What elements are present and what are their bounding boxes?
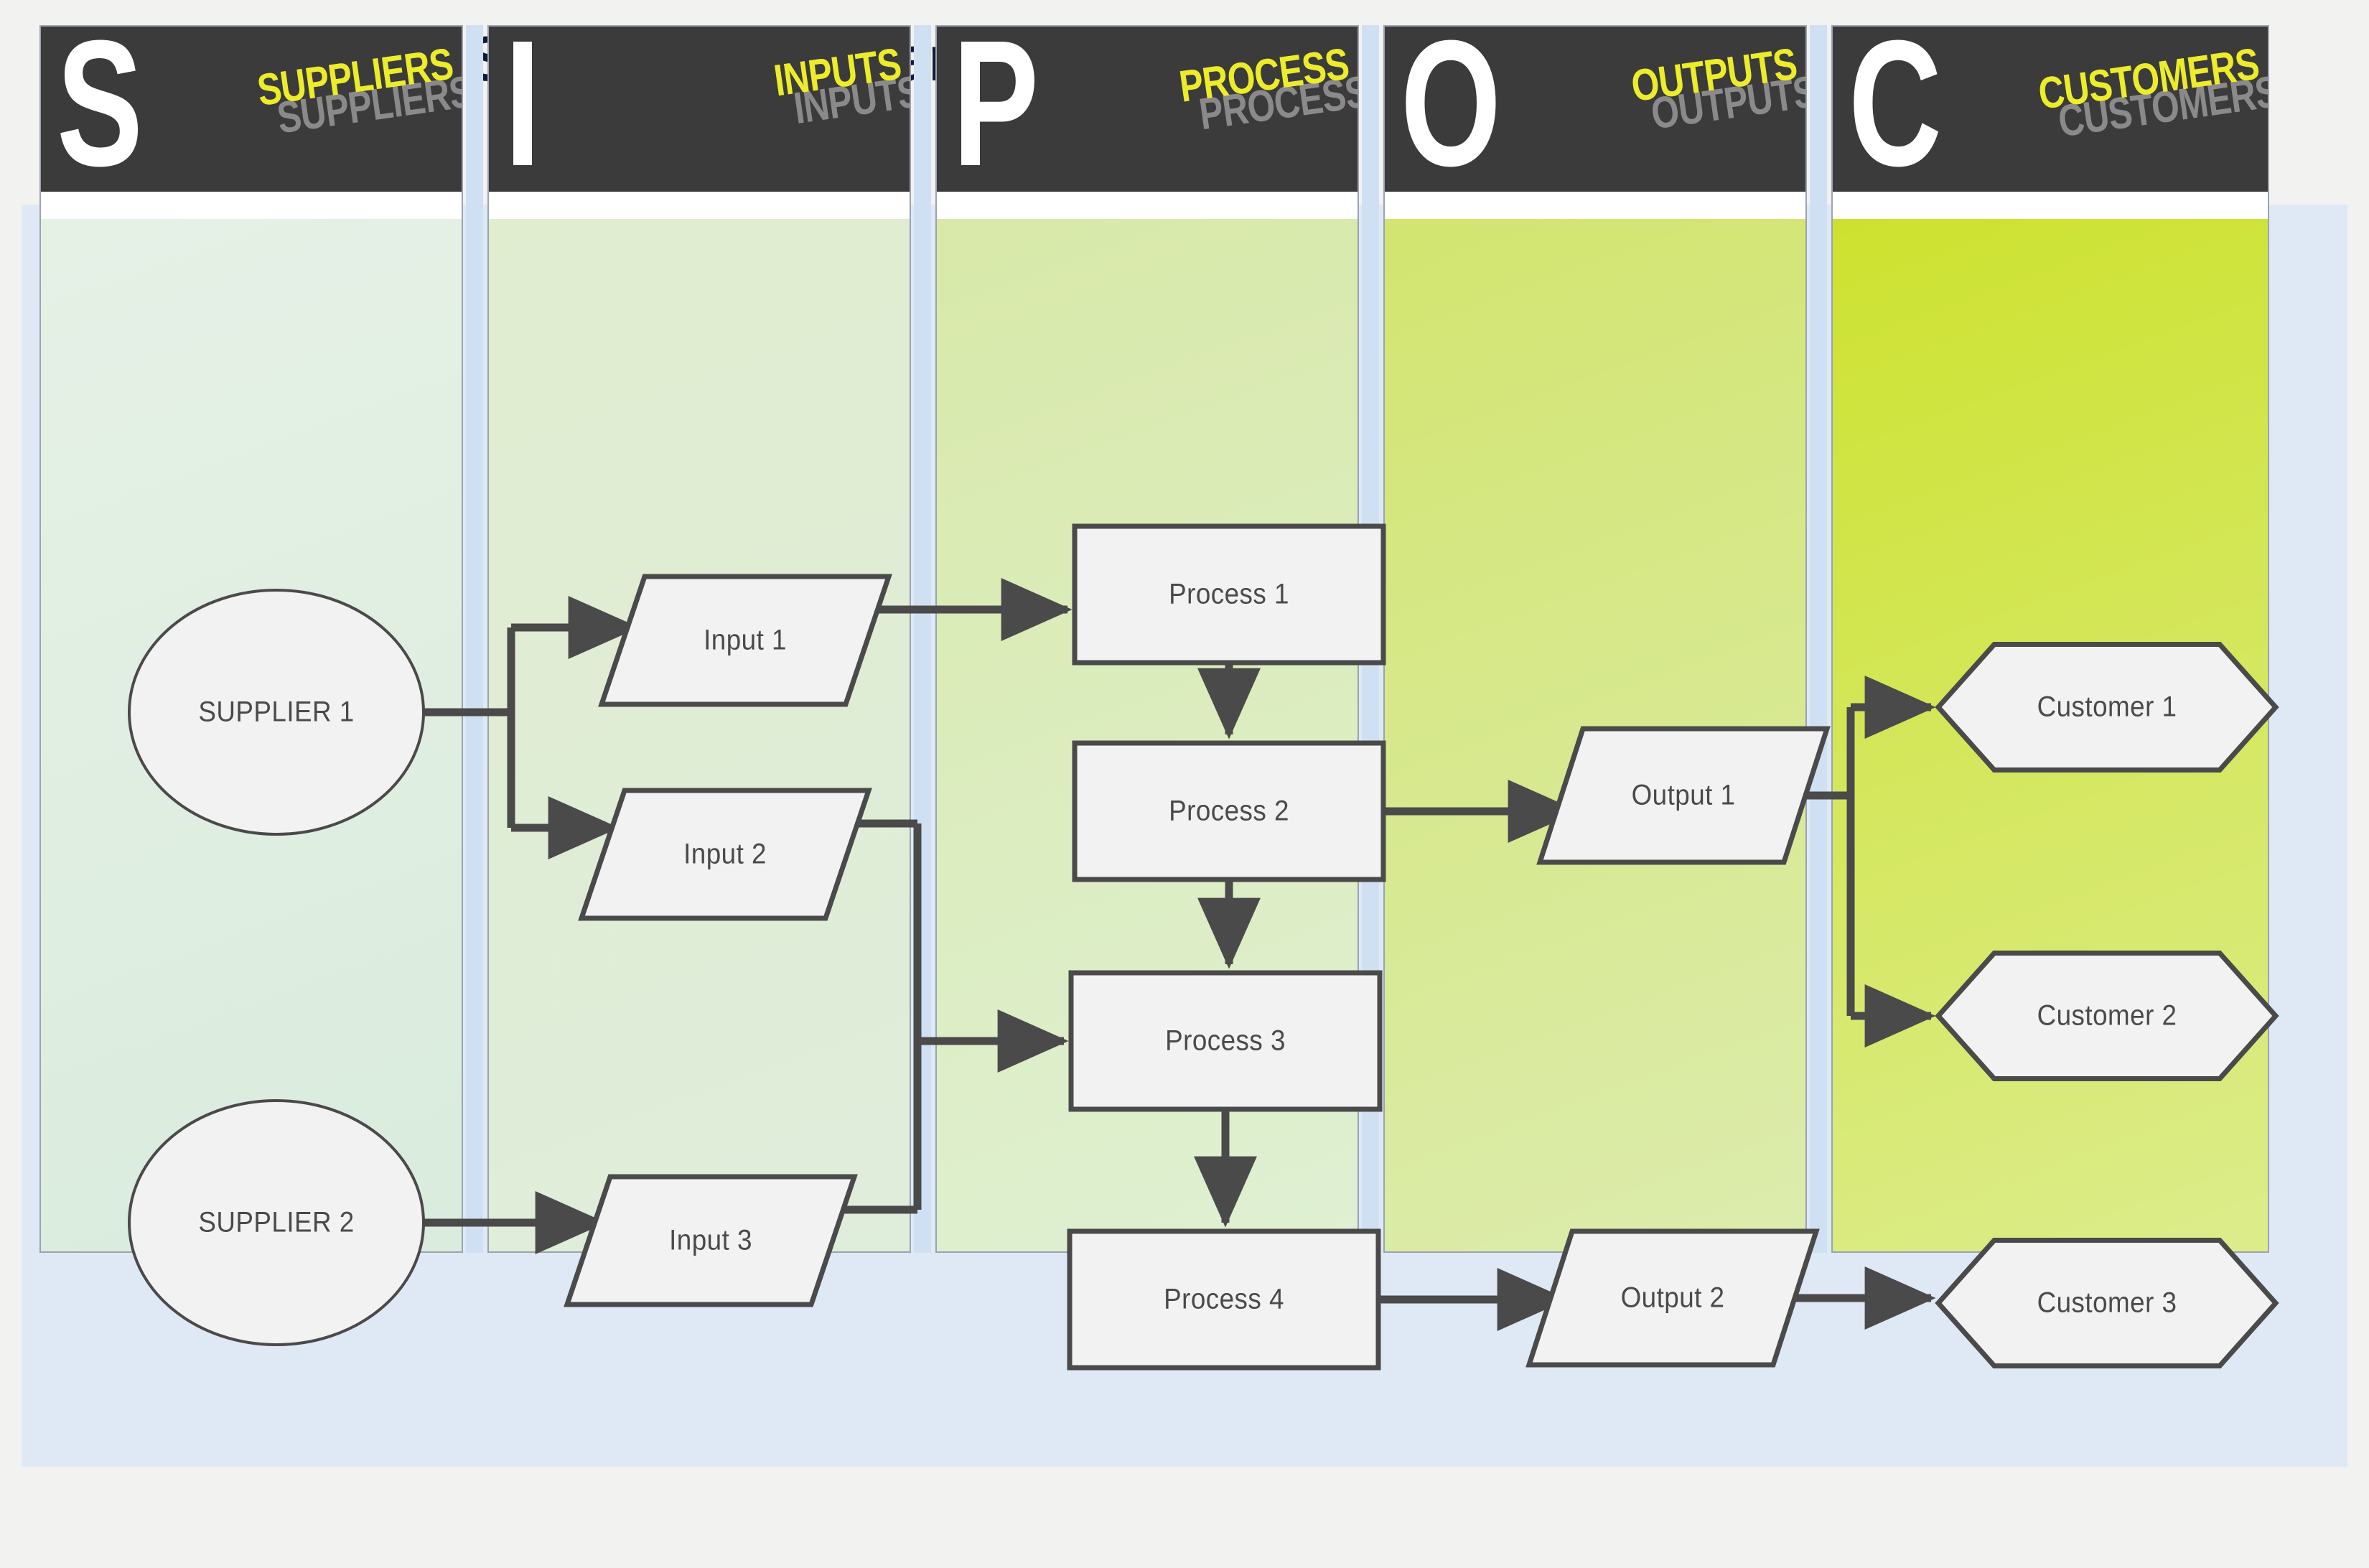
lane-gap-strip-1 xyxy=(914,25,931,1253)
node-label-supplier-2: SUPPLIER 2 xyxy=(198,1206,355,1238)
swimlane-body-outputs xyxy=(1385,219,1805,1251)
lane-gap-strip-2 xyxy=(1362,25,1379,1253)
swimlane-letter-process: P xyxy=(953,27,1039,192)
swimlane-customers: C CUSTOMERS CUSTOMERS xyxy=(1831,25,2269,1253)
swimlane-wordmark-customers: CUSTOMERS CUSTOMERS xyxy=(1981,39,2268,150)
node-label-customer-3: Customer 3 xyxy=(2037,1287,2177,1319)
swimlane-process: P PROCESS PROCESS xyxy=(935,25,1359,1253)
lane-gap-strip-3 xyxy=(1810,25,1827,1253)
swimlane-header-suppliers: S SUPPLIERS SUPPLIERS xyxy=(41,27,462,192)
swimlane-header-process: P PROCESS PROCESS xyxy=(937,27,1358,192)
swimlane-wordmark-inputs: INPUTS INPUTS xyxy=(740,39,910,134)
node-label-input-1: Input 1 xyxy=(704,624,787,656)
node-label-process-4: Process 4 xyxy=(1164,1283,1284,1315)
swimlane-body-customers xyxy=(1833,219,2268,1251)
swimlane-letter-customers: C xyxy=(1849,27,1942,192)
swimlane-header-customers: C CUSTOMERS CUSTOMERS xyxy=(1833,27,2268,192)
swimlane-suppliers: S SUPPLIERS SUPPLIERS xyxy=(39,25,463,1253)
swimlane-wordmark-suppliers: SUPPLIERS SUPPLIERS xyxy=(207,39,462,145)
swimlane-header-outputs: O OUTPUTS OUTPUTS xyxy=(1385,27,1805,192)
node-label-process-2: Process 2 xyxy=(1169,795,1289,827)
swimlane-header-inputs: I INPUTS INPUTS xyxy=(489,27,910,192)
node-label-output-1: Output 1 xyxy=(1631,779,1736,811)
node-label-customer-1: Customer 1 xyxy=(2037,691,2177,723)
swimlane-wordmark-process: PROCESS PROCESS xyxy=(1135,39,1358,141)
node-label-input-2: Input 2 xyxy=(683,838,767,870)
swimlane-wordmark-outputs: OUTPUTS OUTPUTS xyxy=(1588,39,1805,140)
swimlane-letter-suppliers: S xyxy=(57,27,143,192)
swimlane-inputs: I INPUTS INPUTS xyxy=(487,25,911,1253)
swimlane-body-process xyxy=(937,219,1358,1251)
node-label-customer-2: Customer 2 xyxy=(2037,999,2177,1032)
node-label-input-3: Input 3 xyxy=(669,1224,752,1256)
node-label-output-2: Output 2 xyxy=(1620,1282,1725,1314)
node-label-supplier-1: SUPPLIER 1 xyxy=(198,696,355,728)
node-label-process-3: Process 3 xyxy=(1165,1025,1286,1057)
lane-gap-strip-0 xyxy=(466,25,483,1253)
swimlane-outputs: O OUTPUTS OUTPUTS xyxy=(1383,25,1807,1253)
swimlane-letter-inputs: I xyxy=(505,27,541,192)
swimlane-body-inputs xyxy=(489,219,910,1251)
swimlane-body-suppliers xyxy=(41,219,462,1251)
swimlane-letter-outputs: O xyxy=(1401,27,1501,192)
node-label-process-1: Process 1 xyxy=(1169,578,1289,610)
